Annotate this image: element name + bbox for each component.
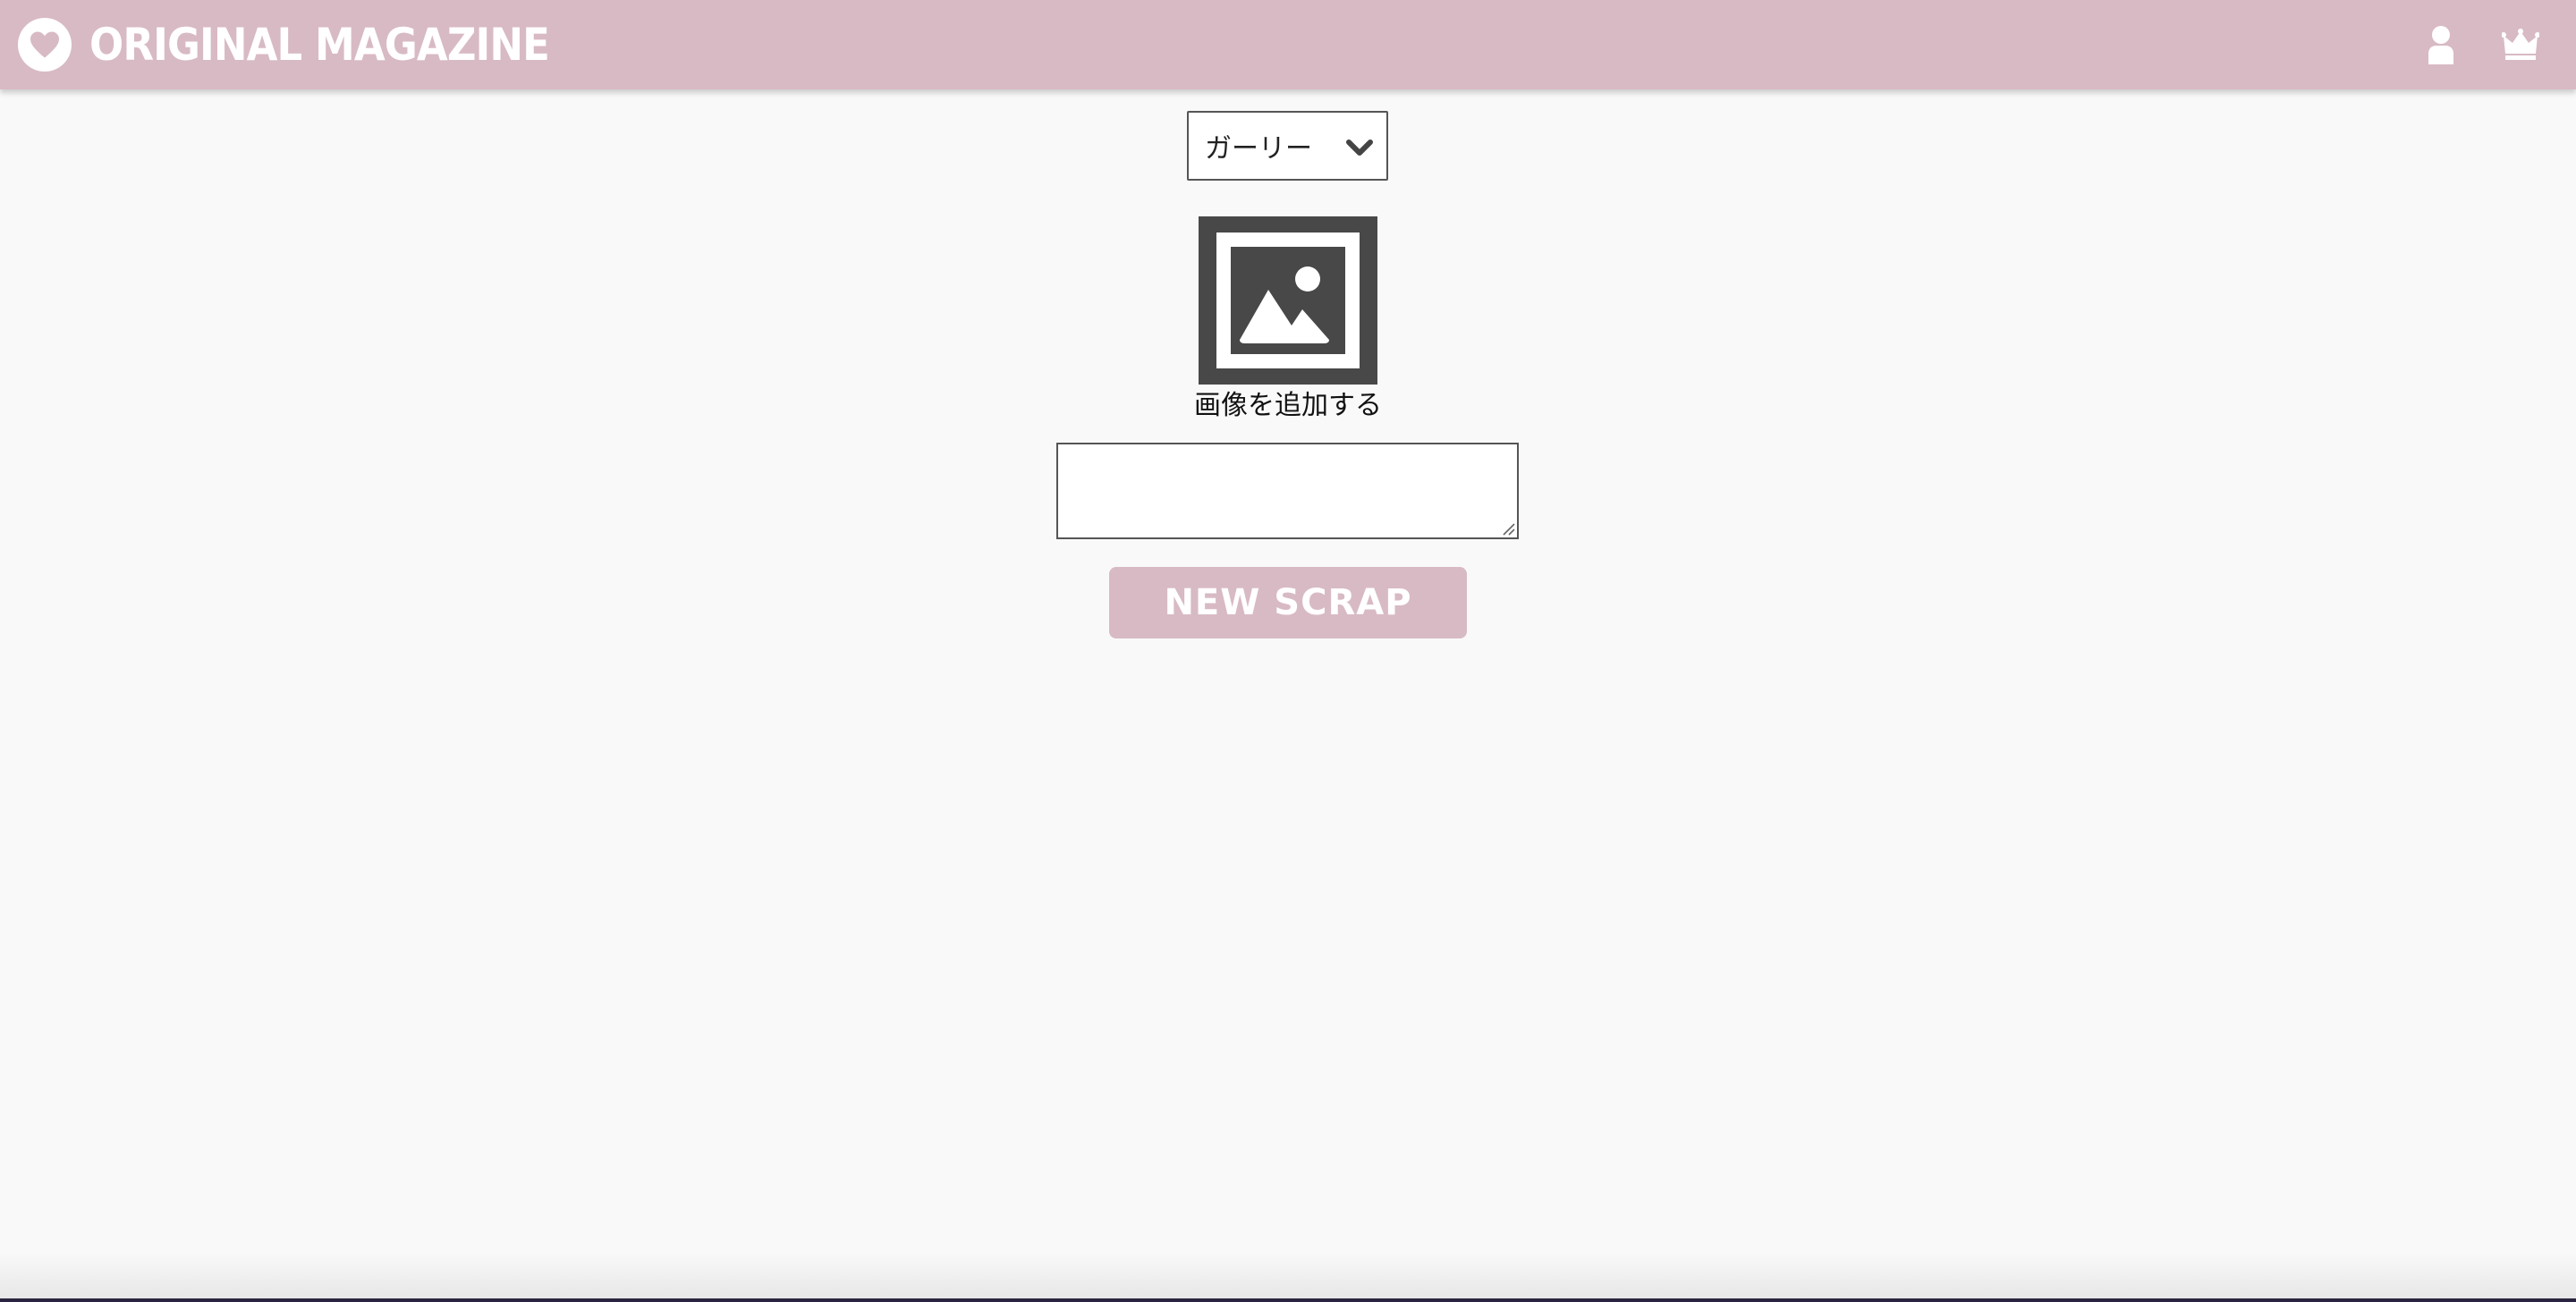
bottom-shadow — [0, 1252, 2576, 1302]
app-header: ORIGINAL MAGAZINE — [0, 0, 2576, 89]
scrap-text-input[interactable] — [1056, 443, 1519, 539]
image-placeholder-icon — [1216, 232, 1360, 368]
resize-grip-icon[interactable] — [1501, 521, 1515, 536]
bottom-border — [0, 1298, 2576, 1302]
crown-icon[interactable] — [2499, 23, 2542, 66]
new-scrap-button[interactable]: NEW SCRAP — [1109, 567, 1467, 638]
image-upload-caption: 画像を追加する — [1194, 390, 1382, 421]
user-icon[interactable] — [2419, 23, 2462, 66]
category-select[interactable]: ガーリー — [1187, 111, 1388, 181]
heart-icon — [18, 18, 72, 72]
category-select-value: ガーリー — [1205, 133, 1312, 165]
image-upload-button[interactable] — [1199, 216, 1377, 385]
brand-logo[interactable]: ORIGINAL MAGAZINE — [18, 18, 600, 72]
brand-title: ORIGINAL MAGAZINE — [89, 19, 550, 71]
chevron-down-icon — [1346, 140, 1373, 156]
